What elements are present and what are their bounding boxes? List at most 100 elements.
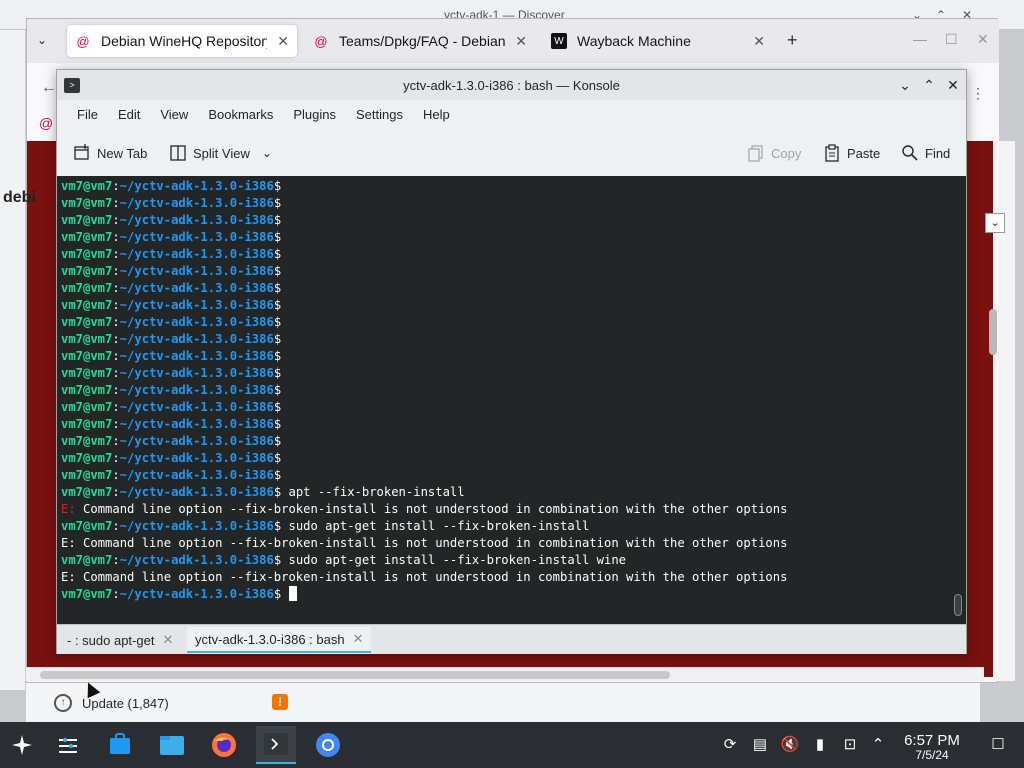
- error-message: Command line option --fix-broken-install…: [75, 502, 788, 516]
- tab-debian-winehq[interactable]: @ Debian WineHQ Repository ✕: [67, 25, 297, 57]
- prompt-user: vm7@vm7: [61, 298, 113, 312]
- prompt-symbol: $: [273, 332, 282, 346]
- command-text: sudo apt-get install --fix-broken-instal…: [281, 519, 590, 533]
- prompt-colon: :: [112, 417, 120, 431]
- prompt-user: vm7@vm7: [61, 332, 113, 346]
- tab-list-chevron-icon[interactable]: ⌄: [37, 33, 47, 47]
- show-desktop-icon[interactable]: ☐: [988, 735, 1008, 755]
- prompt-colon: :: [112, 383, 120, 397]
- update-icon: ↑: [54, 694, 72, 712]
- prompt-colon: :: [112, 587, 120, 601]
- menu-dots-icon[interactable]: ⋮: [971, 85, 985, 102]
- select-dropdown[interactable]: ⌄: [985, 213, 1005, 233]
- prompt-colon: :: [112, 332, 120, 346]
- horizontal-scrollbar-thumb[interactable]: [40, 671, 670, 679]
- prompt-colon: :: [112, 230, 120, 244]
- close-tab-icon[interactable]: ✕: [277, 33, 289, 50]
- session-tab-bash[interactable]: yctv-adk-1.3.0-i386 : bash ✕: [187, 627, 372, 653]
- menu-plugins[interactable]: Plugins: [283, 100, 346, 130]
- prompt-symbol: $: [273, 383, 282, 397]
- menu-bar: File Edit View Bookmarks Plugins Setting…: [57, 100, 966, 130]
- chromium-icon[interactable]: [308, 726, 348, 764]
- error-message: Command line option --fix-broken-install…: [75, 570, 788, 584]
- clock-time[interactable]: 6:57 PM: [896, 732, 968, 749]
- prompt-path: ~/yctv-adk-1.3.0-i386: [119, 264, 274, 278]
- prompt-symbol: $: [273, 315, 282, 329]
- back-arrow-icon[interactable]: ←: [41, 79, 57, 97]
- prompt-colon: :: [112, 315, 120, 329]
- menu-bookmarks[interactable]: Bookmarks: [198, 100, 283, 130]
- prompt-symbol: $: [273, 247, 282, 261]
- app-launcher-icon[interactable]: [2, 726, 42, 764]
- prompt-colon: :: [112, 179, 120, 193]
- menu-view[interactable]: View: [150, 100, 198, 130]
- prompt-path: ~/yctv-adk-1.3.0-i386: [119, 196, 274, 210]
- battery-icon[interactable]: ▮: [810, 735, 830, 755]
- copy-label: Copy: [771, 145, 802, 161]
- firefox-icon[interactable]: [204, 726, 244, 764]
- clock-date[interactable]: 7/5/24: [896, 748, 968, 762]
- terminal-scrollbar-thumb[interactable]: [954, 594, 962, 616]
- terminal-line: vm7@vm7:~/yctv-adk-1.3.0-i386$: [61, 365, 787, 382]
- close-tab-icon[interactable]: ✕: [753, 33, 765, 50]
- close-icon[interactable]: ✕: [162, 632, 173, 648]
- chevron-down-icon[interactable]: ⌄: [262, 146, 272, 160]
- vertical-scrollbar-thumb[interactable]: [989, 309, 997, 355]
- terminal-line: E: Command line option --fix-broken-inst…: [61, 569, 787, 586]
- clipboard-icon[interactable]: ▤: [750, 735, 770, 755]
- firefox-tab-strip: ⌄ @ Debian WineHQ Repository ✕ @ Teams/D…: [27, 19, 999, 63]
- copy-button[interactable]: Copy: [747, 140, 801, 166]
- debian-swirl-icon: @: [314, 33, 328, 49]
- split-view-button[interactable]: Split View ⌄: [169, 140, 272, 166]
- prompt-symbol: $: [273, 213, 282, 227]
- close-icon[interactable]: ✕: [977, 31, 989, 48]
- terminal-line: vm7@vm7:~/yctv-adk-1.3.0-i386$: [61, 280, 787, 297]
- tab-label: Wayback Machine: [577, 33, 691, 49]
- minimize-icon[interactable]: ⌄: [895, 75, 915, 95]
- prompt-user: vm7@vm7: [61, 485, 113, 499]
- session-tab-apt-get[interactable]: - : sudo apt-get ✕: [59, 627, 181, 653]
- tray-expand-chevron-icon[interactable]: ⌃: [868, 735, 888, 755]
- prompt-colon: :: [112, 298, 120, 312]
- paste-button[interactable]: Paste: [823, 140, 880, 166]
- new-tab-button[interactable]: New Tab: [73, 140, 147, 166]
- maximize-icon[interactable]: ☐: [945, 31, 958, 48]
- maximize-icon[interactable]: ⌃: [919, 75, 939, 95]
- menu-help[interactable]: Help: [413, 100, 460, 130]
- volume-muted-icon[interactable]: 🔇: [780, 735, 800, 755]
- terminal-line: vm7@vm7:~/yctv-adk-1.3.0-i386$: [61, 450, 787, 467]
- debian-swirl-icon: @: [39, 115, 54, 131]
- find-button[interactable]: Find: [901, 140, 950, 166]
- menu-edit[interactable]: Edit: [108, 100, 150, 130]
- discover-store-icon[interactable]: [100, 726, 140, 764]
- system-settings-icon[interactable]: [48, 726, 88, 764]
- konsole-taskbar-icon[interactable]: [256, 726, 296, 764]
- network-icon[interactable]: ⊡: [840, 735, 860, 755]
- terminal-line: vm7@vm7:~/yctv-adk-1.3.0-i386$: [61, 246, 787, 263]
- close-icon[interactable]: ✕: [943, 75, 963, 95]
- prompt-path: ~/yctv-adk-1.3.0-i386: [119, 451, 274, 465]
- tab-teams-dpkg-faq[interactable]: @ Teams/Dpkg/FAQ - Debian ✕: [305, 25, 535, 57]
- menu-file[interactable]: File: [67, 100, 108, 130]
- close-tab-icon[interactable]: ✕: [515, 33, 527, 50]
- prompt-colon: :: [112, 281, 120, 295]
- prompt-colon: :: [112, 485, 120, 499]
- terminal-line: vm7@vm7:~/yctv-adk-1.3.0-i386$: [61, 416, 787, 433]
- close-icon[interactable]: ✕: [353, 631, 364, 647]
- minimize-icon[interactable]: —: [913, 31, 927, 47]
- update-button[interactable]: Update (1,847): [82, 696, 169, 711]
- file-manager-icon[interactable]: [152, 726, 192, 764]
- prompt-symbol: $: [273, 196, 282, 210]
- prompt-symbol: $: [273, 179, 282, 193]
- terminal-view[interactable]: vm7@vm7:~/yctv-adk-1.3.0-i386$ vm7@vm7:~/…: [57, 176, 966, 624]
- tab-wayback-machine[interactable]: W Wayback Machine ✕: [543, 25, 773, 57]
- update-notifier-icon[interactable]: ⟳: [720, 735, 740, 755]
- horizontal-scrollbar[interactable]: [26, 667, 984, 681]
- new-tab-button[interactable]: +: [787, 30, 798, 51]
- menu-settings[interactable]: Settings: [346, 100, 413, 130]
- prompt-user: vm7@vm7: [61, 179, 113, 193]
- prompt-user: vm7@vm7: [61, 451, 113, 465]
- prompt-user: vm7@vm7: [61, 553, 113, 567]
- prompt-path: ~/yctv-adk-1.3.0-i386: [119, 519, 274, 533]
- prompt-user: vm7@vm7: [61, 400, 113, 414]
